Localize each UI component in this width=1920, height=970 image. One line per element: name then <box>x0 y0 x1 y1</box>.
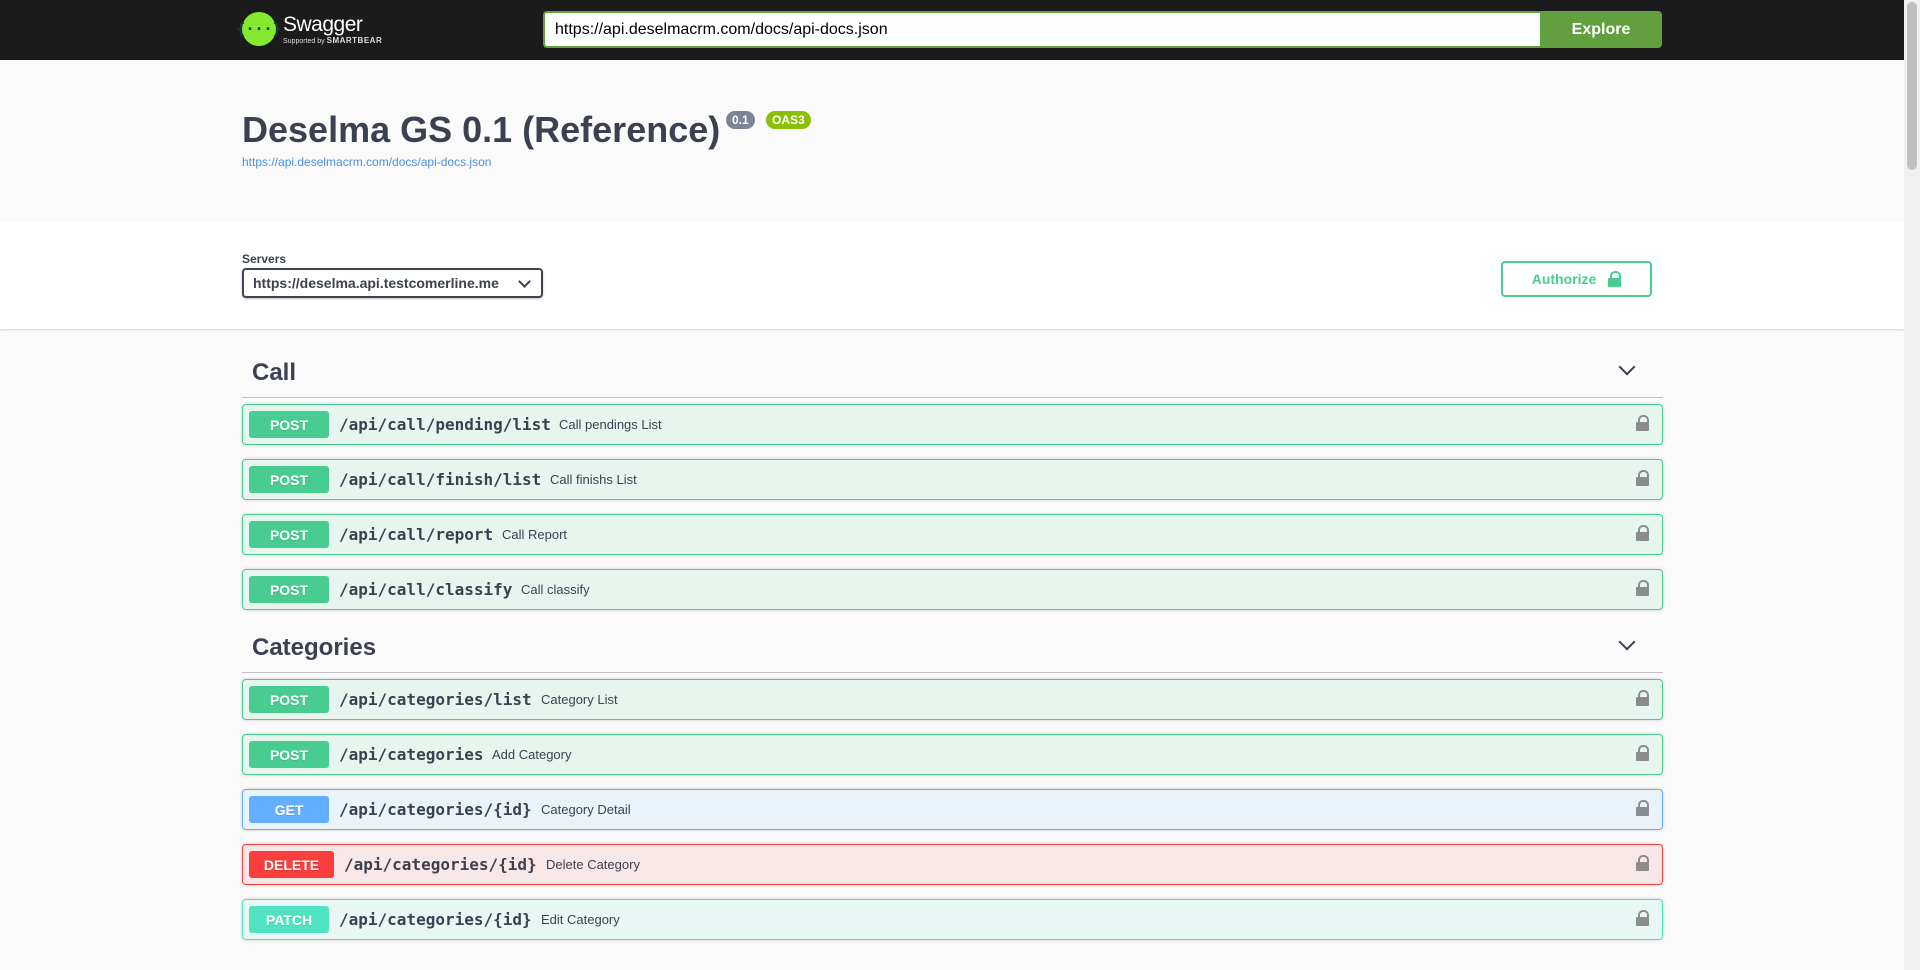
operation-summary: Category List <box>541 692 618 707</box>
method-badge: PATCH <box>249 906 329 933</box>
server-select-value: https://deselma.api.testcomerline.me <box>253 275 499 291</box>
chevron-down-icon <box>518 275 531 288</box>
method-badge: POST <box>249 466 329 493</box>
tag-header-categories[interactable]: Categories <box>242 626 1663 673</box>
operation-row[interactable]: POST /api/call/classify Call classify <box>242 569 1663 610</box>
authorize-button[interactable]: Authorize <box>1501 261 1652 297</box>
authorize-label: Authorize <box>1531 271 1597 287</box>
logo-supported-by: Supported by <box>283 37 325 45</box>
operation-row[interactable]: POST /api/call/finish/list Call finishs … <box>242 459 1663 500</box>
operation-path: /api/categories/list <box>339 690 532 709</box>
lock-icon[interactable] <box>1636 415 1649 431</box>
operation-row[interactable]: DELETE /api/categories/{id} Delete Categ… <box>242 844 1663 885</box>
operation-row[interactable]: POST /api/call/pending/list Call pending… <box>242 404 1663 445</box>
servers-label: Servers <box>242 252 287 266</box>
operation-path: /api/categories <box>339 745 484 764</box>
operation-summary: Edit Category <box>541 912 620 927</box>
operation-row[interactable]: PATCH /api/categories/{id} Edit Category <box>242 899 1663 940</box>
lock-icon <box>1608 271 1622 287</box>
operation-path: /api/call/classify <box>339 580 513 599</box>
operation-summary: Delete Category <box>546 857 640 872</box>
lock-icon[interactable] <box>1636 910 1649 926</box>
operation-path: /api/categories/{id} <box>344 855 537 874</box>
operation-summary: Call finishs List <box>550 472 637 487</box>
server-select[interactable]: https://deselma.api.testcomerline.me <box>242 268 543 298</box>
operation-summary: Call classify <box>521 582 590 597</box>
lock-icon[interactable] <box>1636 745 1649 761</box>
method-badge: DELETE <box>249 851 334 878</box>
operation-path: /api/categories/{id} <box>339 800 532 819</box>
lock-icon[interactable] <box>1636 690 1649 706</box>
chevron-down-icon[interactable] <box>1618 633 1636 651</box>
spec-link[interactable]: https://api.deselmacrm.com/docs/api-docs… <box>242 155 491 169</box>
logo-smartbear: SMARTBEAR <box>326 35 383 45</box>
lock-icon[interactable] <box>1636 855 1649 871</box>
topbar: {···} Swagger Supported by SMARTBEAR htt… <box>0 0 1904 60</box>
scrollbar-thumb[interactable] <box>1907 2 1917 170</box>
version-badge: 0.1 <box>726 111 755 129</box>
tag-name: Call <box>252 359 297 386</box>
operation-path: /api/call/pending/list <box>339 415 551 434</box>
operation-path: /api/call/report <box>339 525 494 544</box>
tag-name: Categories <box>252 634 377 661</box>
operation-summary: Add Category <box>492 747 572 762</box>
operation-path: /api/categories/{id} <box>339 910 532 929</box>
method-badge: POST <box>249 521 329 548</box>
operation-row[interactable]: GET /api/categories/{id} Category Detail <box>242 789 1663 830</box>
method-badge: GET <box>249 796 329 823</box>
tag-header-call[interactable]: Call <box>242 351 1663 398</box>
chevron-down-icon[interactable] <box>1618 358 1636 376</box>
operation-path: /api/call/finish/list <box>339 470 542 489</box>
lock-icon[interactable] <box>1636 580 1649 596</box>
operation-summary: Call Report <box>502 527 568 542</box>
swagger-logo-text: Swagger Supported by SMARTBEAR <box>283 14 382 45</box>
explore-button[interactable]: Explore <box>1540 11 1662 48</box>
operation-row[interactable]: POST /api/call/report Call Report <box>242 514 1663 555</box>
method-badge: POST <box>249 411 329 438</box>
scrollbar[interactable] <box>1904 0 1920 970</box>
operation-summary: Call pendings List <box>559 417 662 432</box>
operation-row[interactable]: POST /api/categories/list Category List <box>242 679 1663 720</box>
page-title: Deselma GS 0.1 (Reference) <box>242 109 721 150</box>
operation-summary: Category Detail <box>541 802 631 817</box>
method-badge: POST <box>249 686 329 713</box>
swagger-logo[interactable]: {···} Swagger Supported by SMARTBEAR <box>236 10 382 48</box>
lock-icon[interactable] <box>1636 525 1649 541</box>
logo-name: Swagger <box>283 12 363 36</box>
lock-icon[interactable] <box>1636 800 1649 816</box>
oas-badge: OAS3 <box>766 111 811 129</box>
swagger-logo-icon: {···} <box>236 12 282 46</box>
spec-url-input[interactable]: https://api.deselmacrm.com/docs/api-docs… <box>543 11 1540 48</box>
method-badge: POST <box>249 576 329 603</box>
method-badge: POST <box>249 741 329 768</box>
logo-subtitle: Supported by SMARTBEAR <box>283 35 383 45</box>
lock-icon[interactable] <box>1636 470 1649 486</box>
operation-row[interactable]: POST /api/categories Add Category <box>242 734 1663 775</box>
